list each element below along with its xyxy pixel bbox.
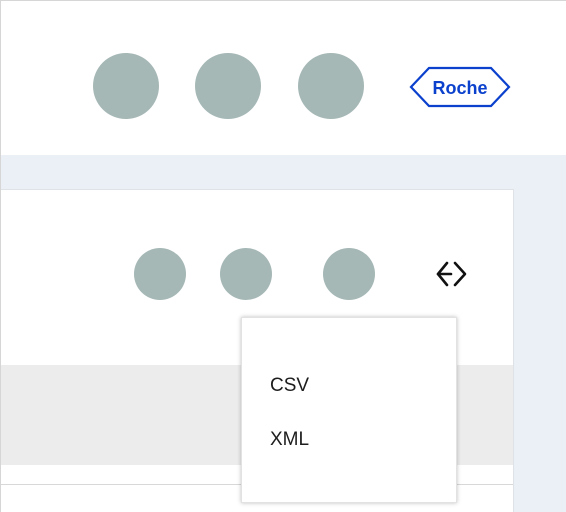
toolbar-button-3[interactable] xyxy=(323,248,375,300)
menu-item-csv[interactable]: CSV xyxy=(270,374,309,398)
top-header: Roche xyxy=(1,1,566,155)
roche-logo[interactable]: Roche xyxy=(409,66,511,108)
export-icon[interactable] xyxy=(431,254,471,294)
roche-logo-text: Roche xyxy=(432,78,487,98)
export-format-menu: CSV XML xyxy=(241,317,457,503)
toolbar-button-1[interactable] xyxy=(134,248,186,300)
menu-item-xml[interactable]: XML xyxy=(270,428,309,452)
header-avatar-3[interactable] xyxy=(298,53,364,119)
header-avatar-1[interactable] xyxy=(93,53,159,119)
toolbar-button-2[interactable] xyxy=(220,248,272,300)
header-avatar-2[interactable] xyxy=(195,53,261,119)
app-window: Roche CSV XML xyxy=(0,0,566,512)
